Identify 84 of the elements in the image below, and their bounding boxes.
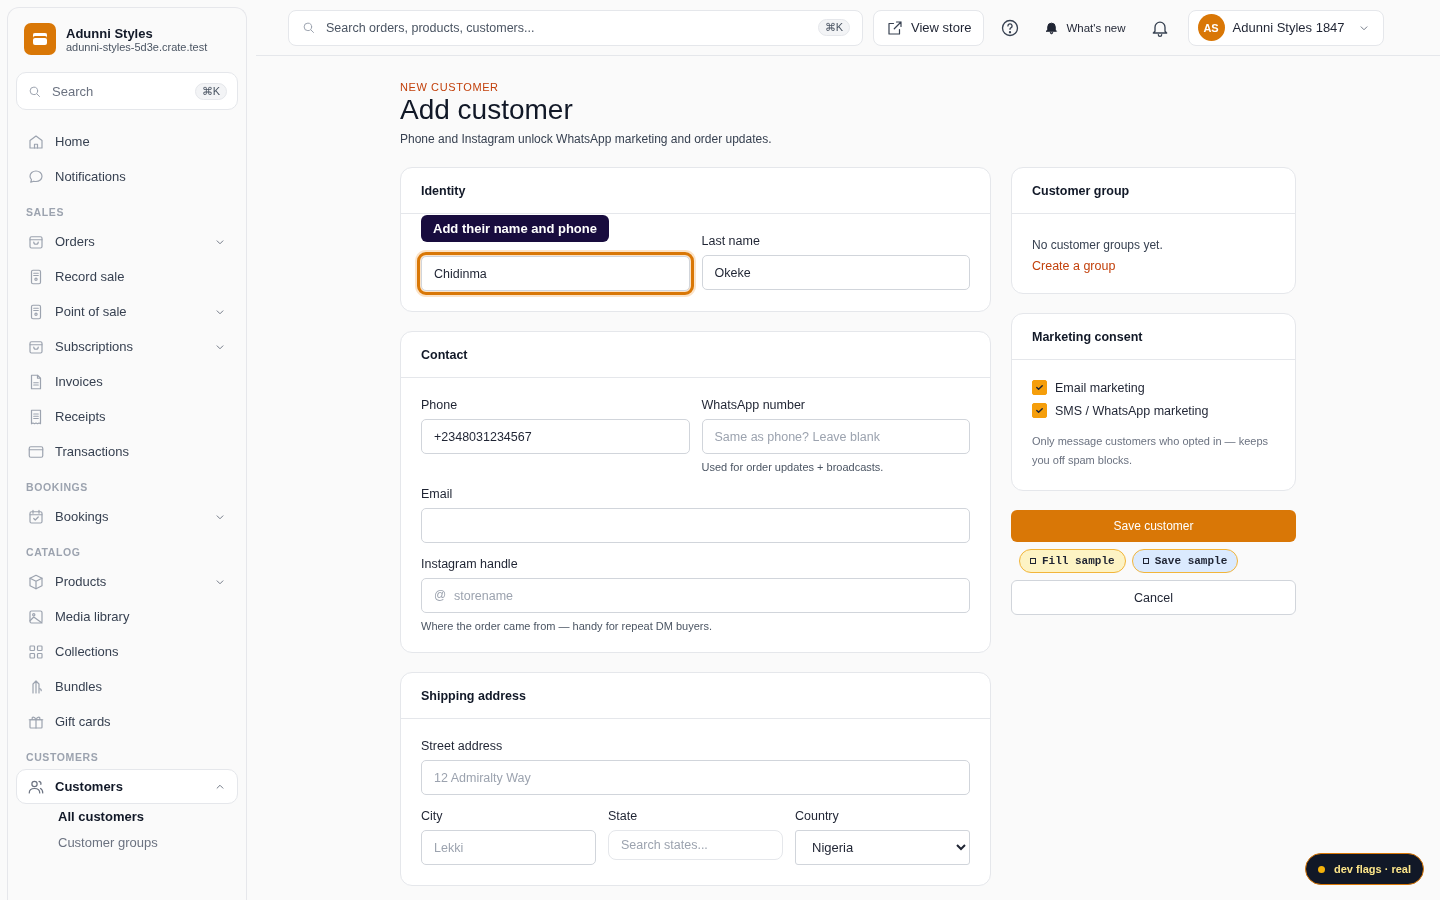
checkmark-icon <box>1034 382 1045 393</box>
avatar: AS <box>1197 14 1225 41</box>
checkbox[interactable] <box>1032 380 1047 395</box>
nav-item[interactable]: Customers <box>16 769 238 804</box>
dev-flags-badge[interactable]: dev flags · real <box>1304 853 1424 885</box>
page-title: Add customer <box>400 94 574 126</box>
page-subtitle: Phone and Instagram unlock WhatsApp marketing and order updates. <box>400 132 773 146</box>
input-field[interactable]: Lekki <box>421 830 596 865</box>
nav-item[interactable]: Home <box>16 124 238 159</box>
nav-subitem[interactable]: Customer groups <box>16 830 238 856</box>
section-heading: SALES <box>25 205 65 220</box>
field-label: Last name <box>701 234 761 248</box>
help-text: Only message customers who opted in — keeps you off spam blocks. <box>1032 434 1269 468</box>
create-group-link[interactable]: Create a group <box>1032 259 1275 273</box>
checkbox-label: Email marketing <box>1055 380 1145 395</box>
dev-button[interactable]: Fill sample <box>1019 549 1126 573</box>
help-text: Used for order updates + broadcasts. <box>701 461 885 473</box>
external-link-icon <box>886 18 904 37</box>
input-field[interactable]: Okeke <box>701 255 970 290</box>
view-store-button[interactable]: View store <box>873 9 985 46</box>
page-eyebrow: NEW CUSTOMER <box>400 81 500 93</box>
field-label: City <box>421 809 444 823</box>
card-title: Customer group <box>1032 183 1130 198</box>
account-menu[interactable]: AS Adunni Styles 1847 <box>1187 9 1384 46</box>
cube-icon <box>27 572 45 591</box>
cancel-button[interactable]: Cancel <box>1011 580 1296 615</box>
nav-item[interactable]: Subscriptions <box>16 329 238 364</box>
field-label: Country <box>795 809 840 823</box>
nav-item[interactable]: Bookings <box>16 499 238 534</box>
search-icon <box>301 20 316 35</box>
grid-icon <box>27 642 45 661</box>
store-logo-icon <box>24 23 56 55</box>
field-label: Phone <box>421 398 459 412</box>
field-label: Email <box>421 487 454 501</box>
at-sign-prefix: @ <box>434 588 447 602</box>
checkbox[interactable] <box>1032 403 1047 418</box>
checkbox-label: SMS / WhatsApp marketing <box>1055 403 1209 418</box>
nav-item[interactable]: Gift cards <box>16 704 238 739</box>
checkmark-icon <box>1034 405 1045 416</box>
card-title: Contact <box>421 347 468 362</box>
nav-item[interactable]: Media library <box>16 599 238 634</box>
nav-item[interactable]: Record sale <box>16 259 238 294</box>
store-name: Adunni Styles <box>66 25 154 41</box>
tooltip: Add their name and phone <box>421 215 609 242</box>
nav-subitem[interactable]: All customers <box>16 804 238 830</box>
input-field[interactable] <box>421 508 970 543</box>
calendar-icon <box>27 507 45 526</box>
nav-item[interactable]: Notifications <box>16 159 238 194</box>
nav-item[interactable]: Point of sale <box>16 294 238 329</box>
store-domain: adunni-styles-5d3e.crate.test <box>66 40 208 53</box>
field-label: State <box>608 809 639 823</box>
country-select[interactable]: Nigeria <box>795 830 970 865</box>
nav-item[interactable]: Transactions <box>16 434 238 469</box>
help-text: Where the order came from — handy for repeat DM buyers. <box>421 620 713 632</box>
search-field[interactable]: Search ⌘K <box>16 72 238 110</box>
search-field[interactable]: Search orders, products, customers... ⌘K <box>288 9 863 46</box>
field-label: Street address <box>421 739 504 753</box>
nav-item[interactable]: Bundles <box>16 669 238 704</box>
card-title: Shipping address <box>421 688 526 703</box>
help-icon <box>1000 17 1021 38</box>
input-field[interactable]: Same as phone? Leave blank <box>701 419 970 454</box>
speech-bubble-icon <box>27 167 45 186</box>
image-icon <box>27 607 45 626</box>
nav-item[interactable]: Products <box>16 564 238 599</box>
input-field[interactable]: 12 Admiralty Way <box>421 760 970 795</box>
nav-item[interactable]: Receipts <box>16 399 238 434</box>
dev-button[interactable]: Save sample <box>1131 549 1239 573</box>
section-heading: CUSTOMERS <box>25 750 100 765</box>
empty-message: No customer groups yet. <box>1032 238 1164 252</box>
shortcut-badge: ⌘K <box>817 19 850 36</box>
bell-icon <box>1044 20 1060 35</box>
field-label: Instagram handle <box>421 557 519 571</box>
field-label: WhatsApp number <box>701 398 807 412</box>
card-title: Identity <box>421 183 466 198</box>
card-title: Marketing consent <box>1032 329 1143 344</box>
nav-item[interactable]: Collections <box>16 634 238 669</box>
whats-new-button[interactable]: What's new <box>1036 20 1134 35</box>
nav-item[interactable]: Orders <box>16 224 238 259</box>
section-heading: BOOKINGS <box>25 480 89 495</box>
shortcut-badge: ⌘K <box>194 82 227 100</box>
input-field[interactable]: +2348031234567 <box>421 419 690 454</box>
section-heading: CATALOG <box>25 545 82 560</box>
search-field[interactable]: Search states... <box>608 830 783 860</box>
nav-item[interactable]: Invoices <box>16 364 238 399</box>
